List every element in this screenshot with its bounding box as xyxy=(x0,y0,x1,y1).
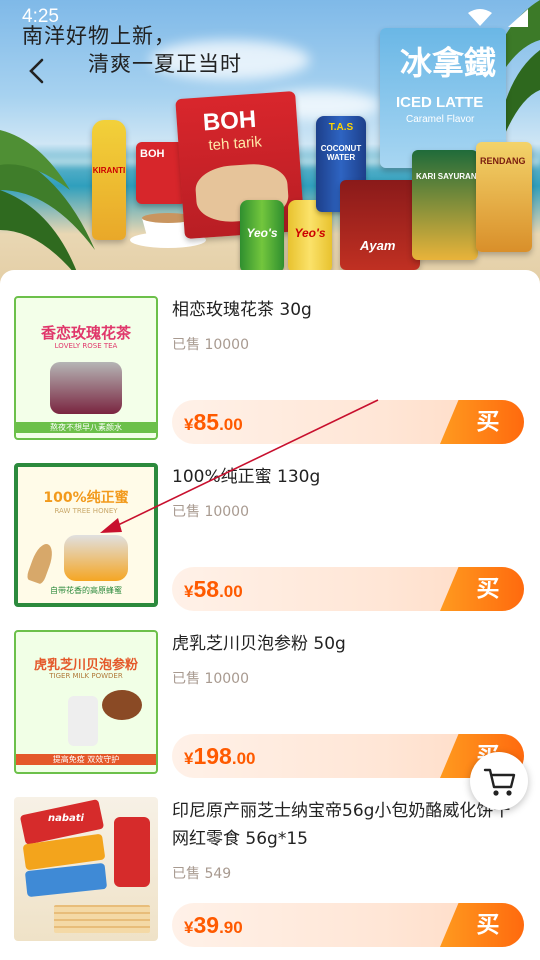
wifi-icon xyxy=(468,9,492,26)
product-list: 香恋玫瑰花茶 LOVELY ROSE TEA 熬夜不想早八素颜水 相恋玫瑰花茶 … xyxy=(0,270,540,960)
list-item[interactable]: 香恋玫瑰花茶 LOVELY ROSE TEA 熬夜不想早八素颜水 相恋玫瑰花茶 … xyxy=(0,296,540,456)
ayam-curry-pack: Ayam xyxy=(340,180,420,270)
price-bar: ¥58.00 买 xyxy=(172,567,524,611)
thumb-subtitle: LOVELY ROSE TEA xyxy=(54,342,118,350)
banner-slogan-line1: 南洋好物上新， xyxy=(22,24,176,48)
cart-button[interactable] xyxy=(470,752,528,810)
price: ¥39.90 xyxy=(184,912,243,938)
price: ¥85.00 xyxy=(184,409,243,435)
chevron-left-icon[interactable] xyxy=(22,54,54,88)
product-name: 相恋玫瑰花茶 30g xyxy=(172,300,312,320)
buy-button[interactable]: 买 xyxy=(440,567,524,611)
thumb-title: 香恋玫瑰花茶 xyxy=(40,324,131,342)
rose-tea-jar xyxy=(50,362,122,414)
buy-button[interactable]: 买 xyxy=(440,400,524,444)
tiger-milk-mushroom xyxy=(102,690,142,720)
product-thumbnail[interactable]: 香恋玫瑰花茶 LOVELY ROSE TEA 熬夜不想早八素颜水 xyxy=(14,296,158,440)
powder-bottle xyxy=(68,696,98,746)
product-thumbnail[interactable]: 虎乳芝川贝泡参粉 TIGER MILK POWDER 提高免疫 双效守护 xyxy=(14,630,158,774)
thumb-title: 100%纯正蜜 xyxy=(43,490,129,506)
thumb-subtitle: RAW TREE HONEY xyxy=(54,507,118,515)
list-item[interactable]: 100%纯正蜜 RAW TREE HONEY 自带花香的高原蜂蜜 100%纯正蜜… xyxy=(0,463,540,623)
price: ¥198.00 xyxy=(184,743,256,769)
product-thumbnail[interactable]: nabati xyxy=(14,797,158,941)
thumb-subtitle: TIGER MILK POWDER xyxy=(49,672,123,680)
cart-icon xyxy=(483,768,516,796)
thumb-footer: 自带花香的高原蜂蜜 xyxy=(50,586,122,595)
honey-jar xyxy=(64,535,128,581)
yeos-can-green: Yeo's xyxy=(240,200,284,272)
wooden-spoon xyxy=(25,541,57,585)
sold-count: 已售 10000 xyxy=(172,337,249,353)
palm-leaf-left xyxy=(0,130,95,280)
list-item[interactable]: nabati 印尼原产丽芝士纳宝帝56g小包奶酪威化饼干网红零食 56g*15 … xyxy=(0,797,540,960)
wafer-biscuit xyxy=(54,905,150,933)
sold-count: 已售 549 xyxy=(172,866,232,882)
price-bar: ¥85.00 买 xyxy=(172,400,524,444)
sold-count: 已售 10000 xyxy=(172,504,249,520)
kiranti-bottle: KIRANTI xyxy=(92,120,126,240)
signal-icon xyxy=(508,9,528,27)
banner-slogan-line2: 清爽一夏正当时 xyxy=(88,52,242,76)
product-name: 虎乳芝川贝泡参粉 50g xyxy=(172,634,346,654)
sold-count: 已售 10000 xyxy=(172,671,249,687)
wafer-pack xyxy=(114,817,150,887)
rendang-pack: RENDANG xyxy=(476,142,532,252)
promo-banner[interactable]: KIRANTI BOH BOH teh tarik Yeo's Yeo's T.… xyxy=(0,0,540,300)
thumb-footer: 提高免疫 双效守护 xyxy=(16,754,156,765)
kari-sayuran-pack: KARI SAYURAN xyxy=(412,150,478,260)
list-item[interactable]: 虎乳芝川贝泡参粉 TIGER MILK POWDER 提高免疫 双效守护 虎乳芝… xyxy=(0,630,540,790)
price-bar: ¥39.90 买 xyxy=(172,903,524,947)
buy-button[interactable]: 买 xyxy=(440,903,524,947)
price: ¥58.00 xyxy=(184,576,243,602)
thumb-footer: 熬夜不想早八素颜水 xyxy=(16,422,156,433)
product-name: 100%纯正蜜 130g xyxy=(172,467,321,487)
product-thumbnail[interactable]: 100%纯正蜜 RAW TREE HONEY 自带花香的高原蜂蜜 xyxy=(14,463,158,607)
thumb-title: 虎乳芝川贝泡参粉 xyxy=(33,658,138,673)
